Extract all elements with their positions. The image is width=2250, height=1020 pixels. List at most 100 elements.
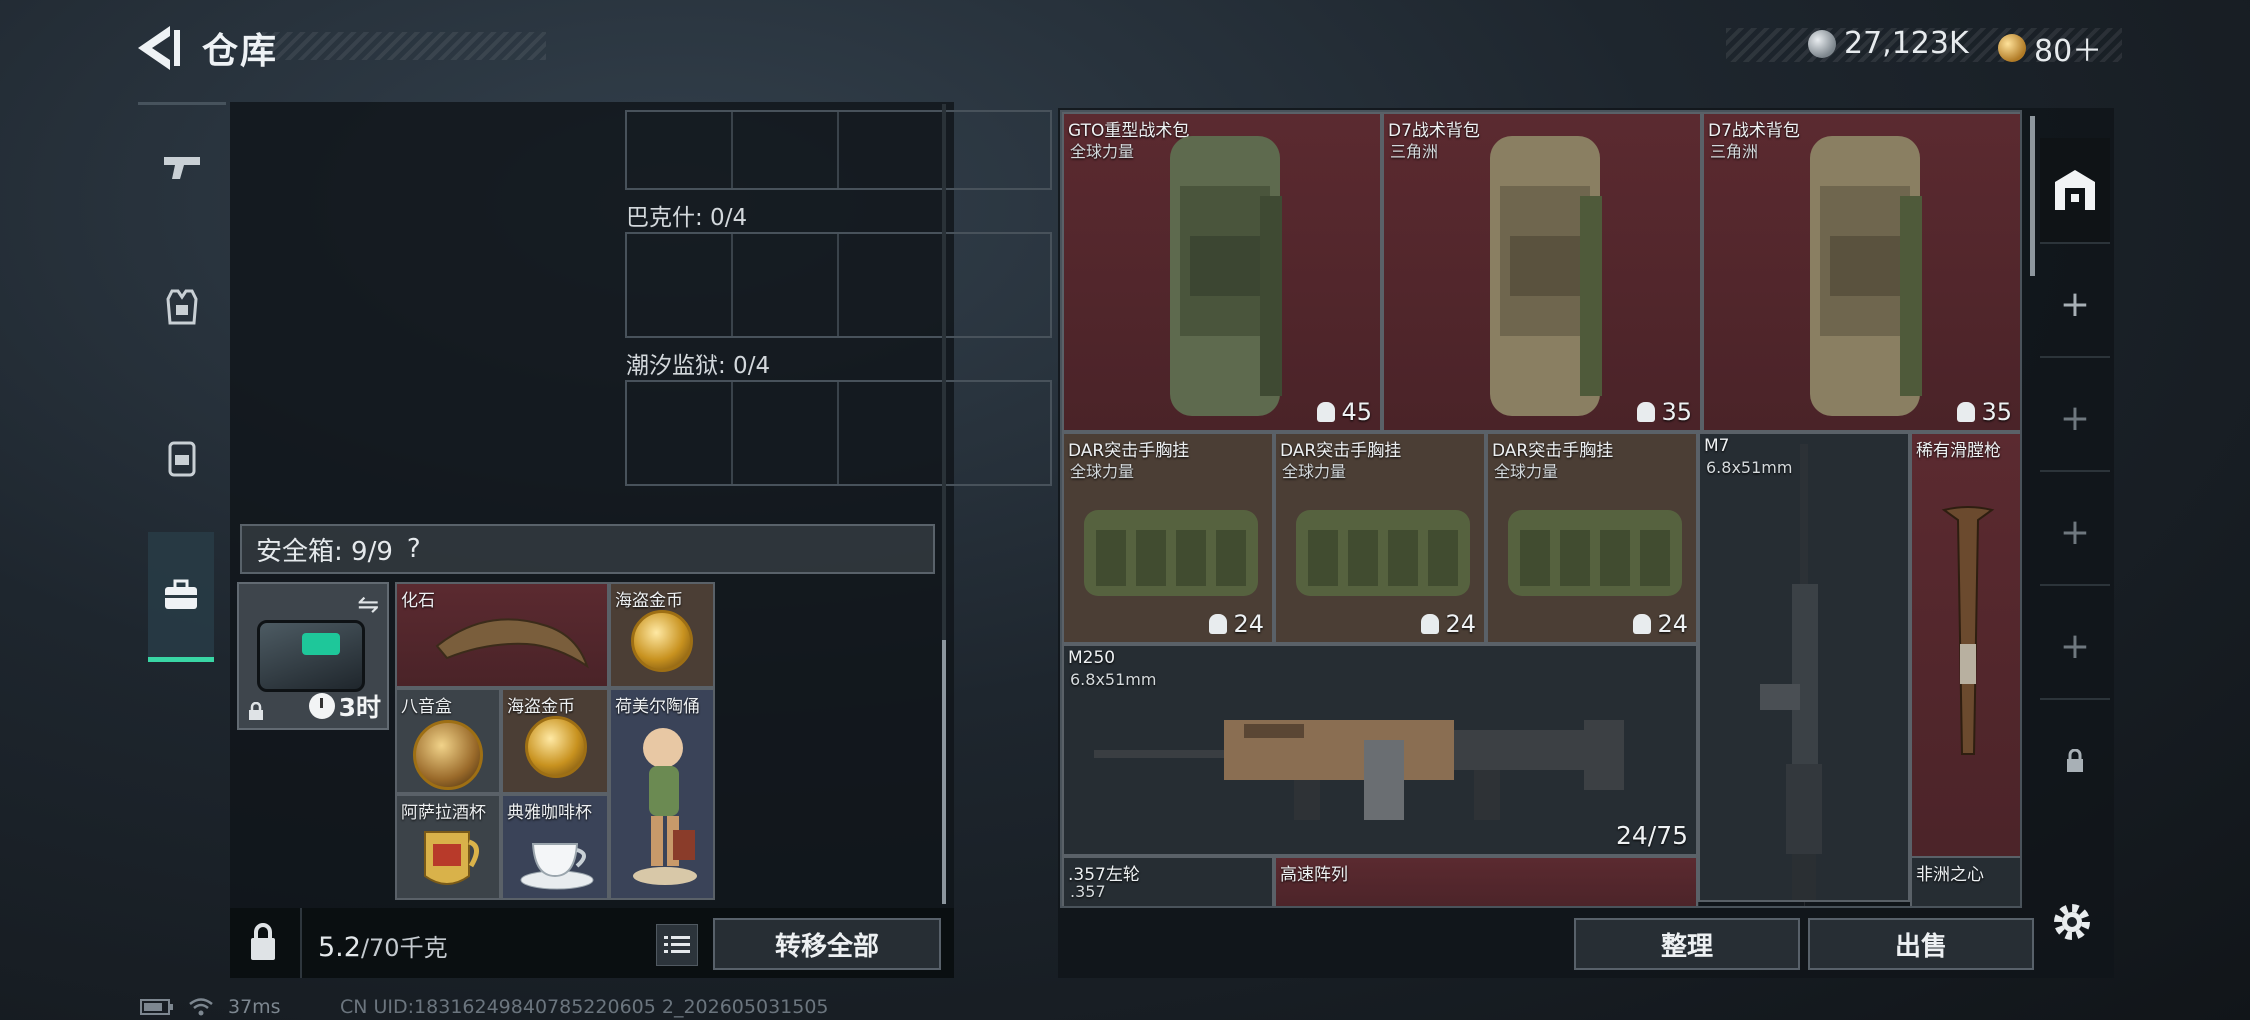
capacity-value: 45: [1341, 398, 1372, 426]
music-box-image: [413, 720, 483, 790]
item-figurine[interactable]: 荷美尔陶俑: [609, 688, 715, 900]
lock-icon: [249, 702, 263, 720]
weight-display: 5.2/70千克: [318, 928, 448, 963]
item-fossil[interactable]: 化石: [395, 582, 609, 688]
capacity: 35: [1957, 398, 2012, 426]
back-button[interactable]: [130, 20, 186, 76]
coffee-cup-image: [520, 843, 594, 890]
swap-icon[interactable]: ⇋: [357, 590, 379, 620]
slot-label: 潮汐监狱: 0/4: [626, 353, 771, 379]
back-arrow-icon: [138, 26, 180, 70]
sort-button[interactable]: 整理: [1574, 918, 1800, 970]
add-stash-page-button[interactable]: +: [2040, 366, 2110, 472]
capacity-value: 24: [1445, 610, 1476, 638]
warehouse-icon: [2055, 170, 2095, 210]
item-m250-machine-gun[interactable]: M250 6.8x51mm 24/75: [1062, 644, 1698, 856]
item-dar-chest-rig[interactable]: DAR突击手胸挂 全球力量 24: [1486, 432, 1698, 644]
item-d7-backpack[interactable]: D7战术背包 三角洲 35: [1382, 112, 1702, 432]
case-timer-text: 3时: [338, 693, 381, 722]
silver-amount: 27,123K: [1844, 26, 1969, 61]
status-bar: 37ms: [140, 996, 281, 1018]
user-uid: CN UID:18316249840785220605 2_2026050315…: [340, 996, 829, 1018]
lock-icon[interactable]: [248, 922, 278, 962]
backpack-small-icon: [1317, 402, 1336, 422]
divider: [300, 908, 302, 978]
clock-icon: [308, 693, 335, 719]
chest-rig-image: [1296, 510, 1470, 596]
item-name: 高速阵列: [1280, 865, 1348, 885]
item-name: 海盗金币: [507, 697, 575, 717]
item-name: 非洲之心: [1916, 865, 1984, 885]
stash-grid: GTO重型战术包 全球力量 45 D7战术背包 三角洲 35 D7战术背包 三角…: [1060, 110, 2022, 908]
item-357-revolver[interactable]: .357左轮 .357: [1062, 856, 1274, 906]
coin-image: [525, 716, 587, 778]
item-coffee-cup[interactable]: 典雅咖啡杯: [501, 794, 609, 900]
item-heart-of-africa[interactable]: 非洲之心: [1910, 856, 2020, 906]
category-tabbar: [138, 102, 226, 674]
item-pirate-coin[interactable]: 海盗金币: [501, 688, 609, 794]
gold-currency[interactable]: 80＋: [1998, 26, 2102, 70]
tab-equipment[interactable]: [138, 242, 226, 372]
cup-image: [424, 831, 479, 885]
list-icon: [664, 936, 690, 953]
capacity: 24: [1421, 610, 1476, 638]
item-name: M250: [1068, 648, 1116, 668]
item-name: 海盗金币: [615, 591, 683, 611]
add-stash-page-button[interactable]: +: [2040, 594, 2110, 700]
item-wine-cup[interactable]: 阿萨拉酒杯: [395, 794, 501, 900]
capacity-value: 24: [1233, 610, 1264, 638]
stash-scrollbar[interactable]: [2030, 116, 2035, 276]
capacity: 24: [1633, 610, 1688, 638]
item-rare-musket[interactable]: 稀有滑膛枪: [1910, 432, 2020, 902]
gold-amount: 80＋: [2034, 34, 2103, 69]
add-stash-page-button[interactable]: +: [2040, 480, 2110, 586]
list-view-button[interactable]: [656, 924, 698, 966]
pistol-icon: [164, 157, 200, 179]
slot-grid-top[interactable]: [625, 110, 1052, 190]
gold-coin-icon: [1998, 34, 2026, 62]
item-high-speed-array[interactable]: 高速阵列: [1274, 856, 1698, 906]
item-faction: 全球力量: [1282, 462, 1347, 481]
item-name: 典雅咖啡杯: [507, 803, 592, 823]
item-name: M7: [1704, 436, 1730, 456]
tab-weapons[interactable]: [138, 102, 226, 232]
item-name: 八音盒: [401, 697, 452, 717]
slot-grid[interactable]: [625, 232, 1052, 338]
left-scroll-thumb[interactable]: [942, 640, 946, 904]
item-d7-backpack[interactable]: D7战术背包 三角洲 35: [1702, 112, 2020, 432]
item-music-box[interactable]: 八音盒: [395, 688, 501, 794]
add-stash-page-button[interactable]: +: [2040, 252, 2110, 358]
item-name: 荷美尔陶俑: [615, 697, 700, 717]
silver-coin-icon: [1808, 29, 1836, 58]
vest-small-icon: [1209, 614, 1228, 634]
item-dar-chest-rig[interactable]: DAR突击手胸挂 全球力量 24: [1274, 432, 1486, 644]
capacity: 45: [1317, 398, 1372, 426]
slot-grid[interactable]: [625, 380, 1052, 486]
safebox-case-image: [257, 620, 365, 692]
wifi-icon: [189, 998, 213, 1016]
capacity: 24: [1209, 610, 1264, 638]
item-faction: 三角洲: [1390, 142, 1439, 161]
item-caliber: .357: [1070, 882, 1106, 901]
tab-backpack[interactable]: [138, 392, 226, 522]
tab-safebox[interactable]: [148, 532, 214, 662]
transfer-all-button[interactable]: 转移全部: [713, 918, 941, 970]
help-icon[interactable]: ?: [407, 534, 421, 564]
item-m7-rifle[interactable]: M7 6.8x51mm: [1698, 432, 1910, 902]
locked-stash-page[interactable]: [2040, 708, 2110, 814]
stash-page-main[interactable]: [2040, 138, 2110, 244]
item-faction: 全球力量: [1494, 462, 1559, 481]
safebox-case[interactable]: ⇋ 3时: [237, 582, 389, 730]
ammo-count: 24/75: [1615, 821, 1688, 850]
backpack-icon: [168, 441, 196, 477]
sell-button[interactable]: 出售: [1808, 918, 2034, 970]
item-faction: 全球力量: [1070, 462, 1135, 481]
slot-label: 巴克什: 0/4: [626, 205, 748, 231]
item-gto-backpack[interactable]: GTO重型战术包 全球力量 45: [1062, 112, 1382, 432]
item-dar-chest-rig[interactable]: DAR突击手胸挂 全球力量 24: [1062, 432, 1274, 644]
backpack-small-icon: [1957, 402, 1976, 422]
gear-icon[interactable]: [2048, 898, 2096, 946]
lock-icon: [2067, 749, 2083, 772]
item-pirate-coin[interactable]: 海盗金币: [609, 582, 715, 688]
item-name: 阿萨拉酒杯: [401, 803, 486, 823]
